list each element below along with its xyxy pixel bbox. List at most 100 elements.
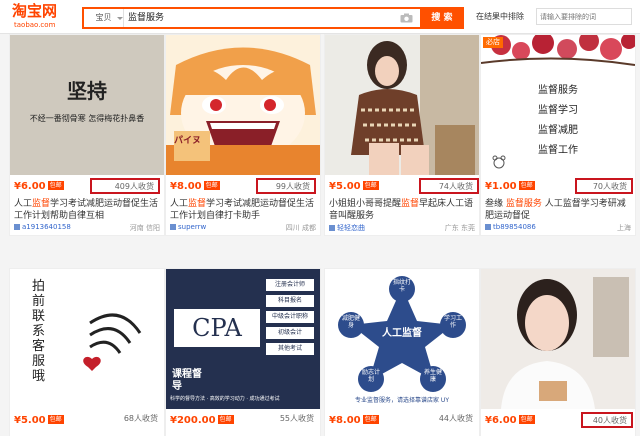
title-prefix: 叁缘 (485, 199, 506, 209)
image-menu-item: 注册会计师 (266, 279, 314, 291)
sales-count: 409人收货 (90, 178, 160, 194)
chevron-down-icon (117, 17, 123, 20)
wifi-heart-graphic (83, 313, 142, 371)
product-image[interactable]: 坚持 不经一番彻骨寒 怎得梅花扑鼻香 (10, 35, 164, 175)
sales-count: 55人收货 (279, 414, 314, 423)
free-shipping-tag: 包邮 (362, 181, 379, 190)
title-prefix: 人工 (14, 199, 33, 209)
title-prefix: 小姐姐小哥哥提醒 (329, 199, 402, 209)
product-price: ¥5.00 包邮 (329, 181, 379, 192)
girl-in-sweater-photo (325, 35, 479, 175)
free-shipping-tag: 包邮 (518, 415, 535, 424)
shop-link[interactable]: tb89854086 (485, 223, 536, 231)
product-grid: 坚持 不经一番彻骨寒 怎得梅花扑鼻香 ¥6.00 包邮 409人收货 人工监督学习… (0, 34, 640, 436)
free-shipping-tag: 包邮 (47, 181, 64, 190)
product-title[interactable]: 叁缘 监督服务 人工监督学习考研减肥运动督促 (485, 198, 633, 222)
product-card[interactable]: 人工监督 指纹打卡 学习工作 养生健康 励志计划 减肥健身 专业监督服务，请选择… (324, 268, 480, 436)
product-card[interactable]: 坚持 不经一番彻骨寒 怎得梅花扑鼻香 ¥6.00 包邮 409人收货 人工监督学习… (9, 34, 165, 236)
product-image[interactable]: 人工监督 指纹打卡 学习工作 养生健康 励志计划 减肥健身 专业监督服务，请选择… (325, 269, 479, 409)
price-value: ¥5.00 (329, 181, 361, 192)
product-price: ¥5.00 包邮 (14, 415, 64, 426)
image-line-3: 监督减肥 (538, 125, 578, 136)
title-keyword: 监督 (401, 199, 420, 209)
product-card[interactable]: 拍前联系客服哦 ¥5.00 包邮 68人收货 (9, 268, 165, 436)
product-title[interactable]: 小姐姐小哥哥提醒监督早起床人工语音叫醒服务 (329, 198, 477, 222)
price-value: ¥8.00 (170, 181, 202, 192)
product-card[interactable]: CPA 课程督导 注册会计师 科目报名 中级会计职称 初级会计 其他考试 科学的… (165, 268, 321, 436)
sales-count: 70人收货 (575, 178, 633, 194)
sales-count: 40人收货 (581, 412, 633, 428)
image-node: 指纹打卡 (392, 279, 411, 293)
image-text-big: 拍前联系客服哦 (32, 279, 46, 384)
shop-location: 四川 成都 (285, 224, 316, 232)
product-title[interactable]: 人工监督学习考试减肥运动督促生活工作计划自律打卡助手 (170, 198, 318, 222)
image-menu-item: 初级会计 (266, 327, 314, 339)
product-card[interactable]: パイヌ ¥8.00 包邮 99人收货 人工监督学习考试减肥运动督促生活工作计划自律… (165, 34, 321, 236)
free-shipping-tag: 包邮 (203, 181, 220, 190)
product-image[interactable]: パイヌ (166, 35, 320, 175)
sales-count: 44人收货 (438, 414, 473, 423)
image-node: 学习工作 (443, 315, 462, 329)
image-node: 养生健康 (423, 369, 442, 383)
shop-name: 轻轻恋曲 (337, 224, 365, 232)
price-value: ¥5.00 (14, 415, 46, 426)
price-value: ¥1.00 (485, 181, 517, 192)
taobao-logo[interactable]: 淘宝网 taobao.com (12, 3, 70, 31)
product-image[interactable]: 拍前联系客服哦 (10, 269, 164, 409)
product-price: ¥6.00 包邮 (485, 415, 535, 426)
shop-link[interactable]: a19136401​58 (14, 223, 71, 231)
image-menu-item: 中级会计职称 (266, 311, 314, 323)
image-node: 减肥健身 (341, 315, 360, 329)
free-shipping-tag: 包邮 (362, 415, 379, 424)
shop-name: tb89854086 (493, 223, 536, 231)
title-prefix: 人工 (170, 199, 189, 209)
shop-link[interactable]: 轻轻恋曲 (329, 223, 365, 233)
product-image[interactable]: CPA 课程督导 注册会计师 科目报名 中级会计职称 初级会计 其他考试 科学的… (166, 269, 320, 409)
product-price: ¥8.00 包邮 (329, 415, 379, 426)
product-price: ¥6.00 包邮 (14, 181, 64, 192)
search-input[interactable] (128, 9, 398, 27)
image-node: 励志计划 (361, 369, 380, 383)
free-shipping-tag: 包邮 (518, 181, 535, 190)
free-shipping-tag: 包邮 (217, 415, 234, 424)
shop-location: 河南 信阳 (129, 224, 160, 232)
shop-icon (14, 224, 20, 230)
shop-location: 广东 东莞 (444, 224, 475, 232)
product-image[interactable] (325, 35, 479, 175)
product-price: ¥1.00 包邮 (485, 181, 535, 192)
search-box: 宝贝 搜 索 (82, 7, 464, 29)
price-value: ¥6.00 (14, 181, 46, 192)
free-shipping-tag: 包邮 (47, 415, 64, 424)
shop-link[interactable]: superrw (170, 223, 206, 231)
sales-count: 74人收货 (419, 178, 479, 194)
product-card[interactable]: ¥5.00 包邮 74人收货 小姐姐小哥哥提醒监督早起床人工语音叫醒服务 轻轻恋曲… (324, 34, 480, 236)
logo-text: 淘宝网 (12, 2, 58, 20)
image-text-big: パイヌ (174, 136, 202, 146)
shop-icon (485, 224, 491, 230)
image-caption: 科学的督导方法 · 高效的学习动力 · 成功通过考试 (170, 396, 280, 402)
image-text-small: 不经一番彻骨寒 怎得梅花扑鼻香 (29, 114, 145, 123)
product-card[interactable]: ¥6.00 包邮 40人收货 (480, 268, 636, 436)
image-menu-item: 科目报名 (266, 295, 314, 307)
shop-icon (329, 225, 335, 231)
product-image[interactable] (481, 269, 635, 409)
image-text-big: 坚持 (67, 79, 107, 103)
title-keyword: 监督服务 (505, 199, 542, 209)
price-value: ¥200.00 (170, 415, 216, 426)
image-text-small: 课程督导 (172, 369, 202, 392)
product-card[interactable]: 必店 监督服务 监督学习 监督减肥 监督工作 ¥1.00 包邮 70人收货 叁缘 … (480, 34, 636, 236)
shop-name: superrw (178, 223, 207, 231)
product-title[interactable]: 人工监督学习考试减肥运动督促生活工作计划帮助自律互相 (14, 198, 162, 222)
price-value: ¥8.00 (329, 415, 361, 426)
product-price: ¥200.00 包邮 (170, 415, 234, 426)
image-line-2: 监督学习 (538, 105, 578, 116)
camera-icon[interactable] (400, 13, 413, 23)
image-line-1: 监督服务 (538, 85, 578, 96)
product-image[interactable]: 必店 监督服务 监督学习 监督减肥 监督工作 (481, 35, 635, 175)
logo-subtext: taobao.com (14, 21, 56, 29)
shop-name: a19136401​58 (22, 223, 71, 231)
product-price: ¥8.00 包邮 (170, 181, 220, 192)
title-keyword: 监督 (32, 199, 51, 209)
search-button[interactable]: 搜 索 (420, 7, 464, 29)
exclude-words-input[interactable] (536, 8, 632, 25)
